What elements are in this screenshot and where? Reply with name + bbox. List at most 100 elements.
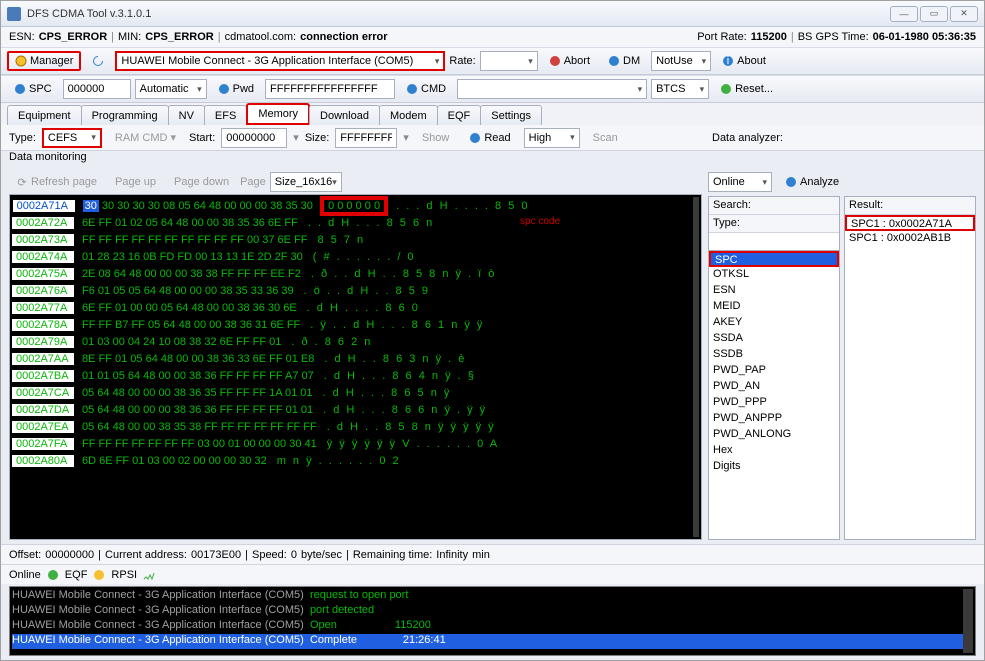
type-item[interactable]: ESN	[709, 283, 839, 299]
pwd-input[interactable]	[265, 79, 395, 99]
type-item[interactable]: PWD_PAP	[709, 363, 839, 379]
current-address-label: Current address:	[105, 549, 187, 561]
log-row[interactable]: HUAWEI Mobile Connect - 3G Application I…	[12, 619, 973, 634]
hex-row[interactable]: 0002A7EA05 64 48 00 00 38 35 38 FF FF FF…	[12, 418, 699, 435]
hex-ascii: . ð . 8 6 2 n	[291, 336, 372, 348]
scan-button[interactable]: Scan	[586, 128, 625, 148]
hex-row[interactable]: ▸ 0002A71A30 30 30 30 30 08 05 64 48 00 …	[12, 197, 699, 214]
hex-row[interactable]: 0002A72A6E FF 01 02 05 64 48 00 00 38 35…	[12, 214, 699, 231]
spc-button[interactable]: SPC	[7, 79, 59, 99]
reset-button[interactable]: Reset...	[713, 79, 780, 99]
read-button[interactable]: Read	[462, 128, 517, 148]
log-scrollbar[interactable]	[963, 589, 973, 653]
hex-address: 0002A7AA	[12, 353, 74, 365]
tab-eqf[interactable]: EQF	[437, 105, 482, 125]
rpsi-icon[interactable]	[93, 569, 105, 581]
maximize-button[interactable]: ▭	[920, 6, 948, 22]
type-item-spc[interactable]: SPC	[709, 251, 839, 267]
type-item[interactable]: PWD_AN	[709, 379, 839, 395]
manager-label: Manager	[30, 55, 73, 67]
ramcmd-button[interactable]: RAM CMD ▾	[108, 128, 183, 148]
hex-row[interactable]: 0002A7CA05 64 48 00 00 00 38 36 35 FF FF…	[12, 384, 699, 401]
type-item[interactable]: SSDA	[709, 331, 839, 347]
log-panel[interactable]: HUAWEI Mobile Connect - 3G Application I…	[9, 586, 976, 656]
result-item[interactable]: SPC1 : 0x0002AB1B	[845, 231, 975, 247]
type-item[interactable]: SSDB	[709, 347, 839, 363]
hex-ascii: . d H . . . 8 6 5 n ÿ	[323, 387, 452, 399]
show-button[interactable]: Show	[415, 128, 457, 148]
hex-row[interactable]: 0002A7DA05 64 48 00 00 00 38 36 36 FF FF…	[12, 401, 699, 418]
log-row[interactable]: HUAWEI Mobile Connect - 3G Application I…	[12, 589, 973, 604]
type-label: Type:	[9, 132, 36, 144]
minimize-button[interactable]: —	[890, 6, 918, 22]
cmd-button[interactable]: CMD	[399, 79, 453, 99]
analyze-button[interactable]: Analyze	[778, 172, 846, 192]
hex-row[interactable]: 0002A76AF6 01 05 05 64 48 00 00 00 38 35…	[12, 282, 699, 299]
tab-modem[interactable]: Modem	[379, 105, 438, 125]
type-item[interactable]: PWD_ANPPP	[709, 411, 839, 427]
remaining-value: Infinity	[436, 549, 468, 561]
spc-input[interactable]	[63, 79, 131, 99]
refresh-page-button[interactable]: ⟳Refresh page	[9, 172, 104, 192]
hex-view[interactable]: spc code ▸ 0002A71A30 30 30 30 30 08 05 …	[9, 194, 702, 540]
size-input[interactable]	[335, 128, 397, 148]
hex-row[interactable]: 0002A74A01 28 23 16 0B FD FD 00 13 13 1E…	[12, 248, 699, 265]
type-item[interactable]: PWD_ANLONG	[709, 427, 839, 443]
log-row[interactable]: HUAWEI Mobile Connect - 3G Application I…	[12, 604, 973, 619]
hex-row[interactable]: 0002A77A6E FF 01 00 00 05 64 48 00 00 38…	[12, 299, 699, 316]
tab-download[interactable]: Download	[309, 105, 380, 125]
tab-efs[interactable]: EFS	[204, 105, 247, 125]
hex-row[interactable]: 0002A73AFF FF FF FF FF FF FF FF FF FF 00…	[12, 231, 699, 248]
cmd-select[interactable]	[457, 79, 647, 99]
hex-row[interactable]: 0002A79A01 03 00 04 24 10 08 38 32 6E FF…	[12, 333, 699, 350]
pwd-button[interactable]: Pwd	[211, 79, 261, 99]
tab-bar: EquipmentProgrammingNVEFSMemoryDownloadM…	[1, 103, 984, 125]
type-item[interactable]: AKEY	[709, 315, 839, 331]
hex-scrollbar[interactable]	[693, 197, 699, 537]
type-item[interactable]: MEID	[709, 299, 839, 315]
page-down-button[interactable]: Page down	[167, 172, 236, 192]
result-item[interactable]: SPC1 : 0x0002A71A	[845, 215, 975, 231]
btcs-select[interactable]: BTCS	[651, 79, 709, 99]
analyzer-mode-select[interactable]: Online	[708, 172, 772, 192]
page-up-button[interactable]: Page up	[108, 172, 163, 192]
hex-row[interactable]: 0002A80A6D 6E FF 01 03 00 02 00 00 00 30…	[12, 452, 699, 469]
about-button[interactable]: i About	[715, 51, 773, 71]
type-list[interactable]: SPCOTKSLESNMEIDAKEYSSDASSDBPWD_PAPPWD_AN…	[709, 251, 839, 539]
result-list[interactable]: SPC1 : 0x0002A71ASPC1 : 0x0002AB1B	[845, 215, 975, 539]
log-row[interactable]: HUAWEI Mobile Connect - 3G Application I…	[12, 634, 973, 649]
type-item[interactable]: PWD_PPP	[709, 395, 839, 411]
manager-button[interactable]: Manager	[7, 51, 81, 71]
dm-select[interactable]: NotUse	[651, 51, 711, 71]
hex-row[interactable]: 0002A78AFF FF B7 FF 05 64 48 00 00 38 36…	[12, 316, 699, 333]
site-label: cdmatool.com:	[225, 31, 297, 43]
rate-label: Rate:	[449, 55, 475, 67]
abort-button[interactable]: Abort	[542, 51, 597, 71]
tab-equipment[interactable]: Equipment	[7, 105, 82, 125]
hex-row[interactable]: 0002A7FAFF FF FF FF FF FF FF 03 00 01 00…	[12, 435, 699, 452]
type-filter-input[interactable]	[709, 233, 839, 251]
rate-select[interactable]	[480, 51, 538, 71]
tab-programming[interactable]: Programming	[81, 105, 169, 125]
type-item[interactable]: OTKSL	[709, 267, 839, 283]
tab-memory[interactable]: Memory	[246, 103, 310, 125]
hex-row[interactable]: 0002A75A2E 08 64 48 00 00 00 38 38 FF FF…	[12, 265, 699, 282]
close-button[interactable]: ✕	[950, 6, 978, 22]
spc-mode-select[interactable]: Automatic	[135, 79, 207, 99]
page-size-select[interactable]: Size_16x16	[270, 172, 342, 192]
type-item[interactable]: Hex	[709, 443, 839, 459]
type-item[interactable]: Digits	[709, 459, 839, 475]
hex-row[interactable]: 0002A7AA8E FF 01 05 64 48 00 00 38 36 33…	[12, 350, 699, 367]
hex-row[interactable]: 0002A7BA01 01 05 64 48 00 00 38 36 FF FF…	[12, 367, 699, 384]
device-select[interactable]: HUAWEI Mobile Connect - 3G Application I…	[115, 51, 445, 71]
level-select[interactable]: High	[524, 128, 580, 148]
start-input[interactable]	[221, 128, 287, 148]
type-select[interactable]: CEFS	[42, 128, 102, 148]
page-size-value: Size_16x16	[275, 176, 333, 188]
tab-nv[interactable]: NV	[168, 105, 205, 125]
dm-button[interactable]: DM	[601, 51, 647, 71]
refresh-device-button[interactable]	[85, 51, 111, 71]
tab-settings[interactable]: Settings	[480, 105, 542, 125]
hex-address: 0002A75A	[12, 268, 74, 280]
eqf-icon[interactable]	[47, 569, 59, 581]
